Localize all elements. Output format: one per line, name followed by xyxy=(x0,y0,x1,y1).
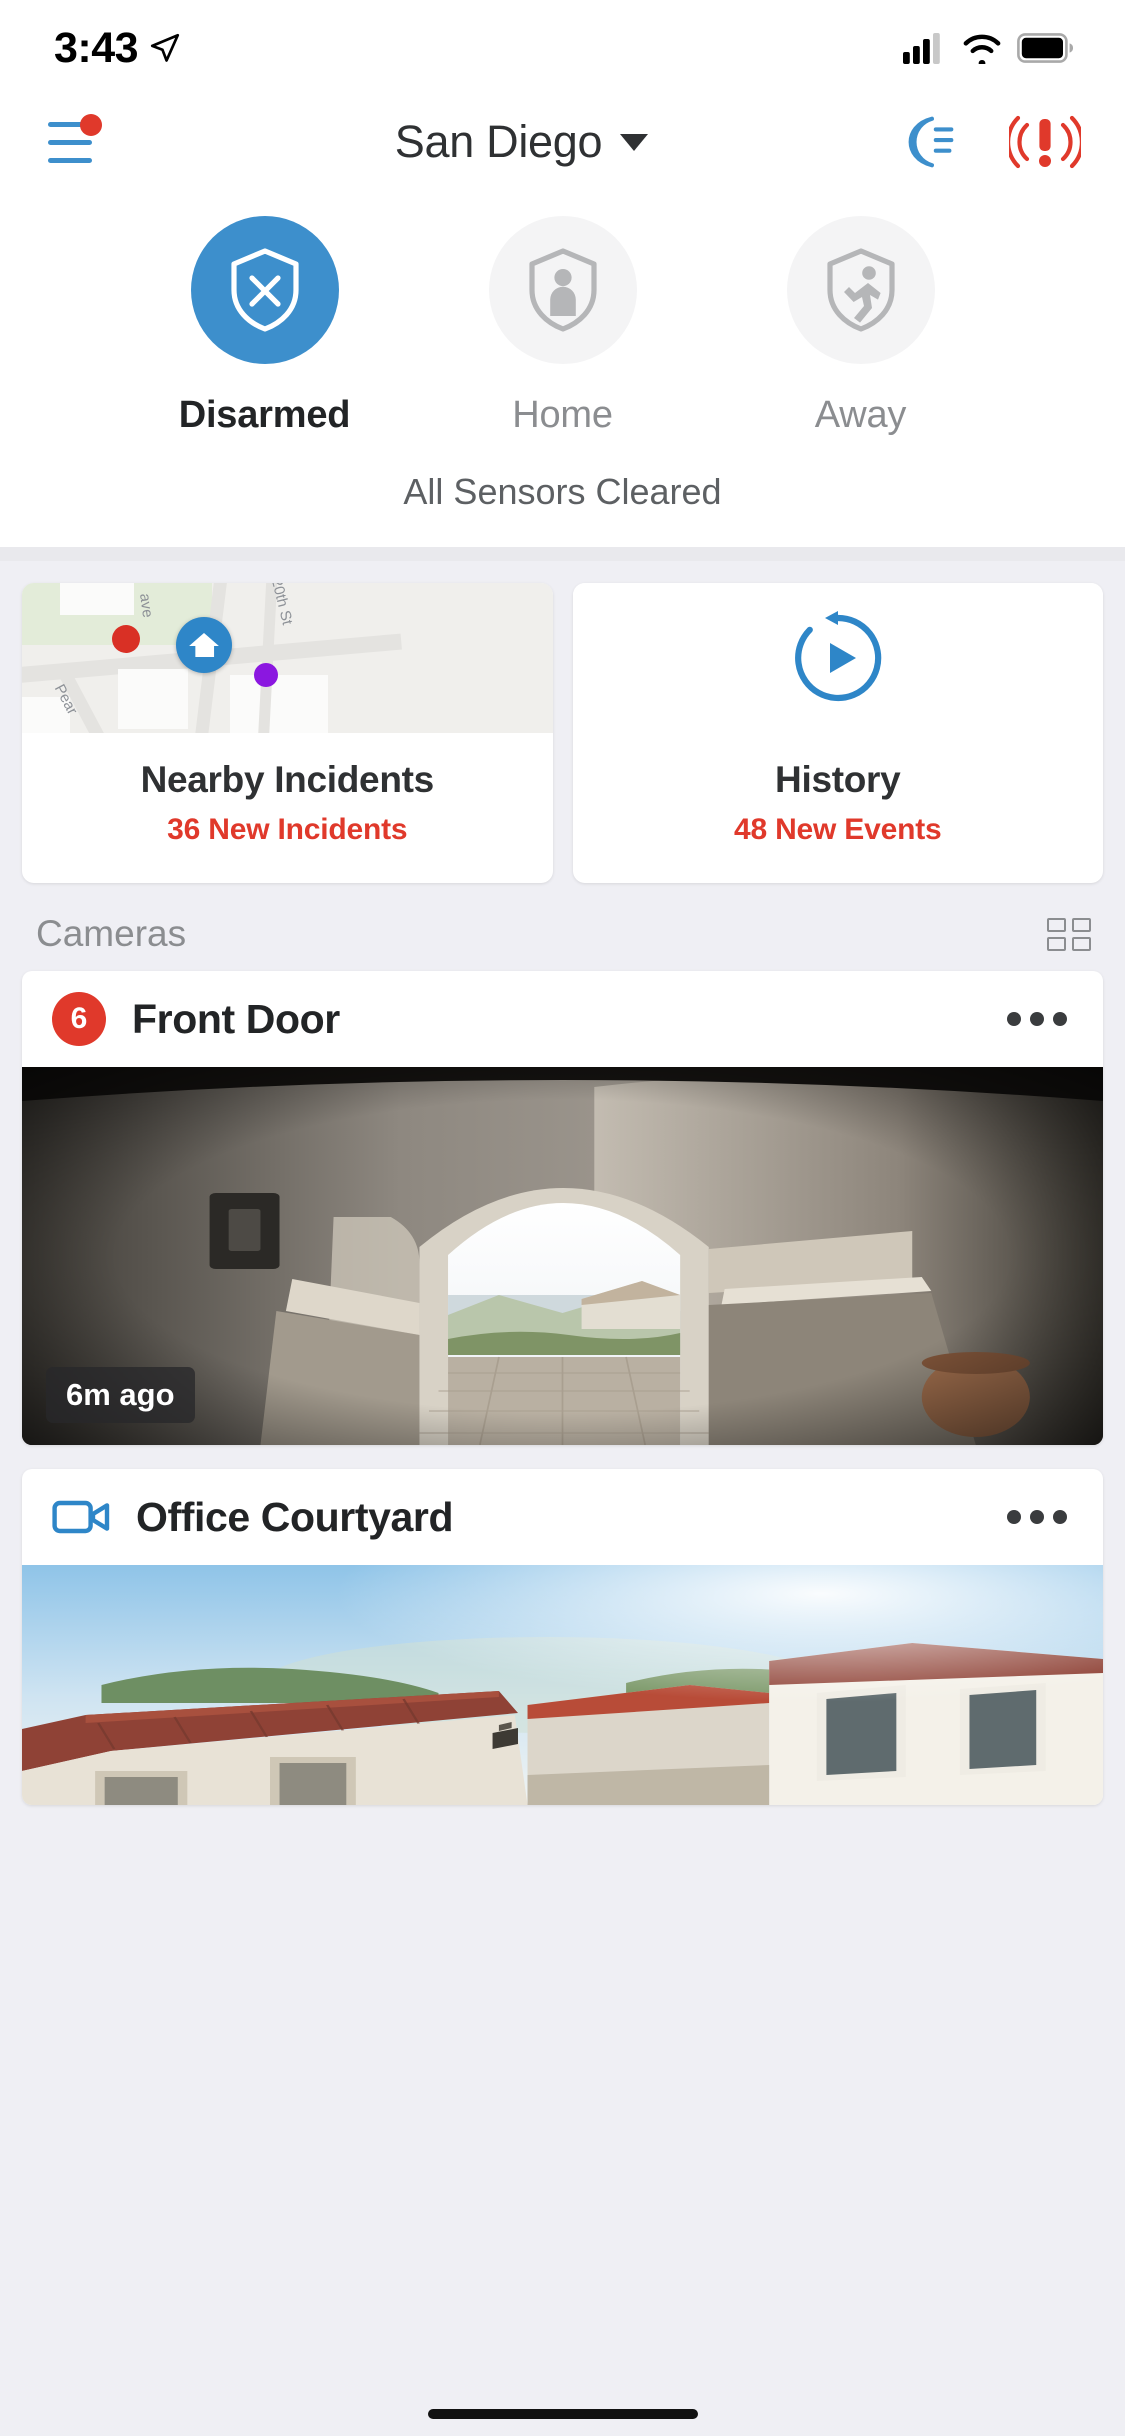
arm-mode-label: Home xyxy=(512,394,613,436)
camera-feed-office-courtyard[interactable] xyxy=(22,1565,1103,1805)
camera-card-front-door[interactable]: 6 Front Door 6m ago xyxy=(22,971,1103,1445)
grid-cell xyxy=(1071,917,1091,932)
dot xyxy=(1030,1510,1044,1524)
arm-mode-panel: Disarmed Home Away All Sensors Cleared xyxy=(0,188,1125,547)
disarmed-button[interactable] xyxy=(190,216,339,364)
cellular-signal-icon xyxy=(903,33,940,64)
history-replay-icon xyxy=(794,611,882,702)
history-card[interactable]: History 48 New Events xyxy=(572,583,1104,883)
nearby-incidents-card[interactable]: Pear ave 20th St Nearby Incidents 36 New… xyxy=(22,583,553,883)
video-camera-icon xyxy=(52,1500,110,1534)
arm-mode-home[interactable]: Home xyxy=(453,216,673,437)
arm-mode-away[interactable]: Away xyxy=(751,216,971,437)
status-bar-left: 3:43 xyxy=(54,24,182,73)
card-subtitle: 48 New Events xyxy=(733,813,942,846)
arm-mode-list: Disarmed Home Away xyxy=(0,216,1125,437)
history-thumbnail xyxy=(572,583,1103,733)
card-subtitle: 36 New Incidents xyxy=(167,813,408,846)
away-button[interactable] xyxy=(786,216,935,364)
nearby-incidents-card-body: Nearby Incidents 36 New Incidents xyxy=(22,733,553,883)
dot xyxy=(1007,1510,1021,1524)
home-button[interactable] xyxy=(488,216,637,364)
page-title: San Diego xyxy=(394,116,603,167)
chevron-down-icon xyxy=(620,133,649,151)
camera-header: Office Courtyard xyxy=(22,1469,1103,1565)
arm-mode-label: Away xyxy=(814,394,907,436)
camera-timestamp: 6m ago xyxy=(46,1367,195,1423)
sensor-status-text: All Sensors Cleared xyxy=(403,471,722,512)
cameras-section-header: Cameras xyxy=(0,883,1125,971)
map-parcel xyxy=(230,675,328,733)
status-bar-right xyxy=(903,32,1073,64)
event-count-badge: 6 xyxy=(52,992,106,1046)
quick-cards-row: Pear ave 20th St Nearby Incidents 36 New… xyxy=(0,561,1125,883)
location-arrow-icon xyxy=(150,33,180,62)
map-parcel xyxy=(60,583,134,615)
grid-cell xyxy=(1047,936,1066,951)
camera-feed-front-door[interactable]: 6m ago xyxy=(22,1067,1103,1445)
history-card-body: History 48 New Events xyxy=(573,733,1104,883)
battery-full-icon xyxy=(1017,33,1073,63)
grid-cell xyxy=(1047,917,1066,932)
courtyard-scene xyxy=(22,1565,1103,1805)
panic-alarm-icon[interactable] xyxy=(1008,110,1081,174)
dot xyxy=(1030,1012,1044,1026)
arm-mode-label: Disarmed xyxy=(178,394,351,436)
hamburger-menu-icon[interactable] xyxy=(40,114,104,168)
nav-actions xyxy=(899,110,1081,174)
purple-incident-dot xyxy=(254,663,278,687)
arm-mode-disarmed[interactable]: Disarmed xyxy=(155,216,375,437)
section-divider xyxy=(0,547,1125,561)
moon-night-mode-icon[interactable] xyxy=(899,111,961,173)
shield-x-icon xyxy=(230,248,299,332)
camera-header: 6 Front Door xyxy=(22,971,1103,1067)
more-options-icon[interactable] xyxy=(1007,1012,1067,1026)
map-parcel xyxy=(118,669,188,729)
map-thumbnail: Pear ave 20th St xyxy=(22,583,553,733)
camera-name: Office Courtyard xyxy=(136,1493,454,1540)
shield-person-icon xyxy=(528,248,597,332)
home-indicator xyxy=(427,2409,698,2419)
location-selector[interactable]: San Diego xyxy=(394,116,649,168)
menu-bar xyxy=(48,157,92,163)
home-pin xyxy=(176,617,232,673)
camera-name: Front Door xyxy=(132,995,340,1042)
card-title: Nearby Incidents xyxy=(140,759,435,800)
more-options-icon[interactable] xyxy=(1007,1510,1067,1524)
grid-cell xyxy=(1071,936,1091,951)
dot xyxy=(1007,1012,1021,1026)
red-incident-dot xyxy=(112,625,140,653)
card-title: History xyxy=(775,759,901,800)
clock: 3:43 xyxy=(54,23,139,72)
section-title: Cameras xyxy=(36,913,187,954)
dot xyxy=(1053,1012,1067,1026)
menu-bar xyxy=(48,139,92,145)
notification-dot xyxy=(80,114,102,136)
camera-card-office-courtyard[interactable]: Office Courtyard xyxy=(22,1469,1103,1805)
wifi-icon xyxy=(963,34,1001,64)
status-bar: 3:43 xyxy=(0,0,1125,96)
map-street-label: ave xyxy=(135,592,157,619)
nav-header: San Diego xyxy=(0,96,1125,188)
house-icon xyxy=(189,632,219,658)
shield-running-icon xyxy=(826,248,895,332)
dot xyxy=(1053,1510,1067,1524)
grid-view-icon[interactable] xyxy=(1047,917,1091,951)
